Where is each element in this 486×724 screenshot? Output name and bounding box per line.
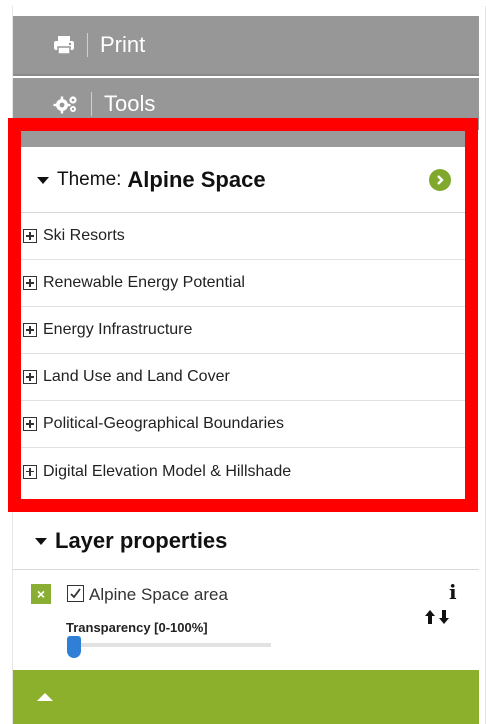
- printer-icon: [53, 35, 75, 55]
- layer-group-item[interactable]: Political-Geographical Boundaries: [21, 401, 465, 448]
- expand-plus-icon[interactable]: [23, 370, 37, 384]
- layer-group-label: Land Use and Land Cover: [43, 368, 230, 385]
- caret-down-icon: [35, 538, 47, 545]
- theme-layer-list: Ski Resorts Renewable Energy Potential E…: [21, 213, 465, 495]
- expand-plus-icon[interactable]: [23, 417, 37, 431]
- transparency-slider-handle[interactable]: [67, 636, 81, 658]
- layer-group-item[interactable]: Land Use and Land Cover: [21, 354, 465, 401]
- transparency-slider-track[interactable]: [69, 643, 271, 647]
- separator: [87, 33, 88, 57]
- tools-label: Tools: [104, 91, 156, 116]
- expand-plus-icon[interactable]: [23, 323, 37, 337]
- layer-properties-title: Layer properties: [55, 527, 228, 553]
- layer-group-item[interactable]: Ski Resorts: [21, 213, 465, 260]
- layer-properties-header[interactable]: Layer properties: [13, 512, 479, 570]
- layer-group-label: Political-Geographical Boundaries: [43, 415, 285, 432]
- layer-name: Alpine Space area: [89, 585, 228, 604]
- theme-name: Alpine Space: [127, 166, 266, 192]
- print-label: Print: [100, 32, 146, 57]
- layer-group-label: Ski Resorts: [43, 227, 125, 244]
- gears-icon: [53, 94, 79, 114]
- remove-layer-button[interactable]: ×: [31, 584, 51, 604]
- layer-group-label: Renewable Energy Potential: [43, 274, 245, 291]
- theme-section: Theme: Alpine Space Ski Resorts Renewabl…: [21, 131, 465, 499]
- separator: [91, 92, 92, 116]
- layer-group-item[interactable]: Renewable Energy Potential: [21, 260, 465, 307]
- theme-label: Theme:: [57, 168, 122, 190]
- layer-visibility-checkbox[interactable]: [67, 585, 84, 602]
- theme-header[interactable]: Theme: Alpine Space: [21, 147, 465, 213]
- layer-group-item[interactable]: Digital Elevation Model & Hillshade: [21, 448, 465, 495]
- transparency-label: Transparency [0-100%]: [66, 620, 208, 635]
- theme-highlight-box: Theme: Alpine Space Ski Resorts Renewabl…: [8, 118, 478, 512]
- print-button[interactable]: Print: [13, 16, 479, 76]
- expand-plus-icon[interactable]: [23, 229, 37, 243]
- caret-down-icon: [37, 177, 49, 184]
- layer-group-label: Digital Elevation Model & Hillshade: [43, 462, 292, 480]
- active-layer-row: × Alpine Space area i Transparency [0-10…: [13, 570, 479, 670]
- layer-group-label: Energy Infrastructure: [43, 321, 193, 338]
- expand-plus-icon[interactable]: [23, 276, 37, 290]
- theme-top-bar: [21, 131, 465, 147]
- collapse-panel-bar[interactable]: [13, 670, 479, 724]
- reorder-arrows-icon[interactable]: [423, 608, 453, 631]
- info-icon[interactable]: i: [449, 580, 457, 604]
- caret-up-icon: [37, 693, 53, 701]
- expand-plus-icon[interactable]: [23, 464, 37, 479]
- layer-group-item[interactable]: Energy Infrastructure: [21, 307, 465, 354]
- chevron-right-circle-icon[interactable]: [429, 169, 451, 191]
